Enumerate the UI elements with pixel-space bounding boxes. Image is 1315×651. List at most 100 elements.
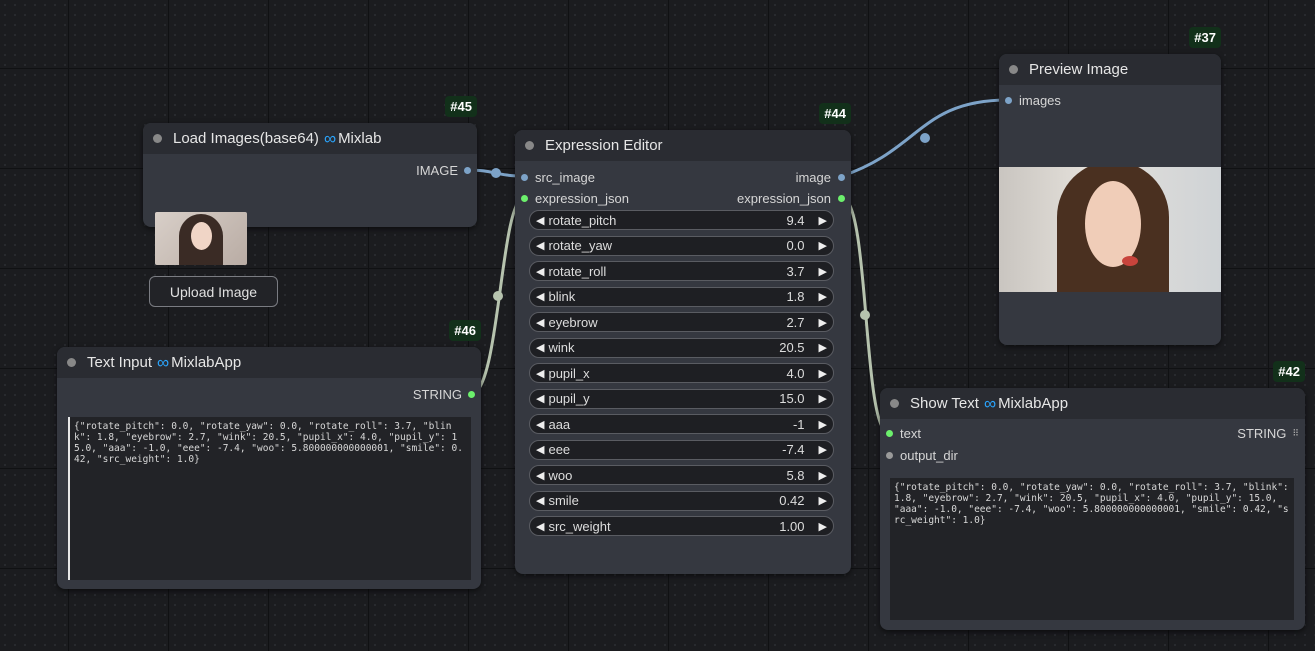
node-header[interactable]: Load Images(base64) ∞ Mixlab [143, 123, 477, 154]
decrement-arrow-icon[interactable]: ◀ [536, 520, 544, 533]
increment-arrow-icon[interactable]: ▶ [819, 494, 827, 507]
increment-arrow-icon[interactable]: ▶ [819, 443, 827, 456]
widget-value: 15.0 [779, 391, 805, 406]
link-image-to-images[interactable] [841, 98, 1009, 178]
output-port-image[interactable] [838, 173, 845, 181]
decrement-arrow-icon[interactable]: ◀ [536, 341, 544, 354]
collapse-dot[interactable] [890, 399, 899, 408]
increment-arrow-icon[interactable]: ▶ [819, 392, 827, 405]
increment-arrow-icon[interactable]: ▶ [819, 290, 827, 303]
widget-smile[interactable]: ◀ smile 0.42 ▶ [529, 490, 834, 511]
collapse-dot[interactable] [153, 134, 162, 143]
decrement-arrow-icon[interactable]: ◀ [536, 290, 544, 303]
decrement-arrow-icon[interactable]: ◀ [536, 392, 544, 405]
input-label: expression_json [535, 190, 629, 206]
increment-arrow-icon[interactable]: ▶ [819, 341, 827, 354]
collapse-dot[interactable] [67, 358, 76, 367]
widget-value: 0.0 [786, 238, 805, 253]
increment-arrow-icon[interactable]: ▶ [819, 265, 827, 278]
widget-src-weight[interactable]: ◀ src_weight 1.00 ▶ [529, 516, 834, 536]
node-title: Load Images(base64) [173, 130, 319, 147]
widget-value: 1.8 [786, 289, 805, 304]
input-port-text[interactable] [886, 429, 893, 437]
input-expression-json-row: expression_json [521, 189, 629, 207]
output-port-image[interactable] [464, 166, 471, 174]
widget-label: rotate_pitch [548, 212, 617, 228]
output-label: STRING [1237, 425, 1287, 441]
widget-aaa[interactable]: ◀ aaa -1 ▶ [529, 414, 834, 434]
widget-label: src_weight [548, 518, 611, 534]
node-title: Expression Editor [545, 137, 663, 154]
increment-arrow-icon[interactable]: ▶ [819, 367, 827, 380]
input-label: output_dir [900, 447, 958, 463]
output-port-expression-json[interactable] [838, 194, 845, 202]
text-input-area[interactable]: {"rotate_pitch": 0.0, "rotate_yaw": 0.0,… [68, 417, 471, 580]
collapse-dot[interactable] [525, 141, 534, 150]
widget-wink[interactable]: ◀ wink 20.5 ▶ [529, 337, 834, 358]
preview-image-node[interactable]: #37 Preview Image images [999, 27, 1221, 345]
link-midpoint[interactable] [860, 310, 870, 320]
output-port-string[interactable] [468, 390, 475, 398]
node-brand: MixlabApp [998, 395, 1069, 412]
input-port-expression-json[interactable] [521, 194, 528, 202]
increment-arrow-icon[interactable]: ▶ [819, 239, 827, 252]
widget-label: rotate_roll [548, 263, 607, 279]
decrement-arrow-icon[interactable]: ◀ [536, 316, 544, 329]
widget-pupil-y[interactable]: ◀ pupil_y 15.0 ▶ [529, 388, 834, 409]
upload-image-button[interactable]: Upload Image [149, 276, 278, 307]
node-header[interactable]: Text Input ∞ MixlabApp [57, 347, 481, 378]
node-id-badge: #45 [445, 96, 477, 117]
node-title: Show Text [910, 395, 979, 412]
node-header[interactable]: Show Text ∞ MixlabApp [880, 388, 1305, 419]
widget-value: 2.7 [786, 314, 805, 330]
mixlab-logo-icon: ∞ [983, 393, 997, 413]
link-midpoint[interactable] [491, 168, 501, 178]
decrement-arrow-icon[interactable]: ◀ [536, 367, 544, 380]
widget-blink[interactable]: ◀ blink 1.8 ▶ [529, 286, 834, 307]
widget-eyebrow[interactable]: ◀ eyebrow 2.7 ▶ [529, 312, 834, 332]
increment-arrow-icon[interactable]: ▶ [819, 418, 827, 431]
widget-value: 20.5 [779, 340, 805, 355]
mixlab-logo-icon: ∞ [323, 128, 337, 148]
widget-rotate-pitch[interactable]: ◀ rotate_pitch 9.4 ▶ [529, 210, 834, 230]
link-midpoint[interactable] [920, 133, 930, 143]
input-images-row: images [1005, 91, 1061, 109]
decrement-arrow-icon[interactable]: ◀ [536, 418, 544, 431]
node-title: Text Input [87, 354, 153, 371]
expression-editor-node[interactable]: #44 Expression Editor src_image image ex… [515, 103, 851, 574]
decrement-arrow-icon[interactable]: ◀ [536, 494, 544, 507]
mixlab-logo-icon: ∞ [157, 352, 170, 372]
link-midpoint[interactable] [493, 291, 503, 301]
input-label: text [900, 425, 921, 441]
text-input-node[interactable]: #46 Text Input ∞ MixlabApp STRING {"rota… [57, 320, 481, 589]
decrement-arrow-icon[interactable]: ◀ [536, 214, 544, 227]
increment-arrow-icon[interactable]: ▶ [819, 316, 827, 329]
widget-woo[interactable]: ◀ woo 5.8 ▶ [529, 465, 834, 485]
increment-arrow-icon[interactable]: ▶ [819, 520, 827, 533]
input-port-src-image[interactable] [521, 173, 528, 181]
decrement-arrow-icon[interactable]: ◀ [536, 239, 544, 252]
widget-eee[interactable]: ◀ eee -7.4 ▶ [529, 439, 834, 460]
show-text-output-area[interactable]: {"rotate_pitch": 0.0, "rotate_yaw": 0.0,… [890, 478, 1294, 620]
input-port-images[interactable] [1005, 96, 1012, 104]
collapse-dot[interactable] [1009, 65, 1018, 74]
node-title: Preview Image [1029, 61, 1129, 78]
input-port-output-dir[interactable] [886, 451, 893, 459]
input-label: images [1019, 92, 1061, 108]
node-brand: MixlabApp [171, 354, 242, 371]
output-expression-json-row: expression_json [737, 189, 845, 207]
show-text-node[interactable]: #42 Show Text ∞ MixlabApp text STRING ⠿ … [880, 361, 1305, 630]
widget-pupil-x[interactable]: ◀ pupil_x 4.0 ▶ [529, 363, 834, 383]
node-header[interactable]: Expression Editor [515, 130, 851, 161]
widget-rotate-roll[interactable]: ◀ rotate_roll 3.7 ▶ [529, 261, 834, 281]
decrement-arrow-icon[interactable]: ◀ [536, 265, 544, 278]
increment-arrow-icon[interactable]: ▶ [819, 469, 827, 482]
decrement-arrow-icon[interactable]: ◀ [536, 469, 544, 482]
node-header[interactable]: Preview Image [999, 54, 1221, 85]
increment-arrow-icon[interactable]: ▶ [819, 214, 827, 227]
decrement-arrow-icon[interactable]: ◀ [536, 443, 544, 456]
widget-rotate-yaw[interactable]: ◀ rotate_yaw 0.0 ▶ [529, 235, 834, 256]
preview-output-image [999, 167, 1221, 292]
widget-label: pupil_y [548, 391, 590, 406]
grid-output-icon[interactable]: ⠿ [1292, 428, 1299, 439]
